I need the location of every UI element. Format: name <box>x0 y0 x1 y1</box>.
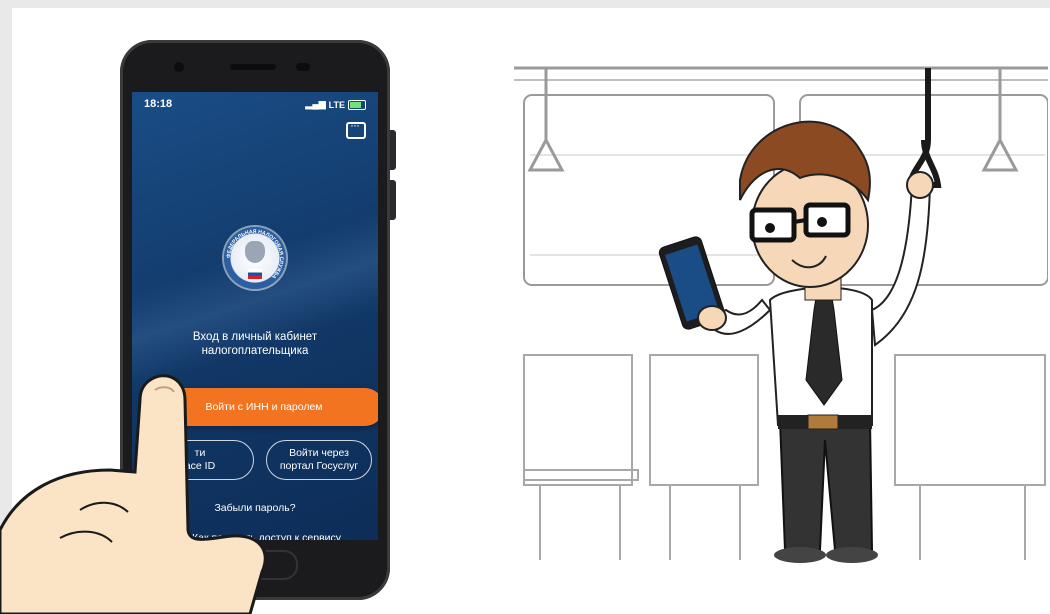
eagle-icon <box>245 241 265 263</box>
login-title: Вход в личный кабинет налогоплательщика <box>132 330 378 358</box>
strap-handle-icon <box>906 68 942 188</box>
title-line-1: Вход в личный кабинет <box>192 331 318 343</box>
phone-top-bezel <box>120 40 390 90</box>
chat-icon[interactable] <box>346 118 366 139</box>
fns-emblem-icon: ФЕДЕРАЛЬНАЯ НАЛОГОВАЯ СЛУЖБА <box>224 227 286 289</box>
flag-icon <box>248 269 262 279</box>
network-label: LTE <box>328 99 345 110</box>
pointing-hand-icon <box>0 374 267 614</box>
bus-scene-illustration <box>514 66 1048 563</box>
status-indicators: ▂▄▆ LTE <box>305 99 366 110</box>
speaker-grille <box>230 64 276 70</box>
title-line-2: налогоплательщика <box>201 345 309 357</box>
sensor-icon <box>296 63 310 71</box>
bus-window <box>523 94 775 286</box>
battery-icon <box>348 99 366 110</box>
status-time: 18:18 <box>144 98 173 110</box>
status-bar: 18:18 ▂▄▆ LTE <box>144 98 366 114</box>
power-button <box>390 180 396 220</box>
volume-button <box>390 130 396 170</box>
signal-icon: ▂▄▆ <box>305 99 326 109</box>
man-character <box>658 120 934 563</box>
camera-icon <box>174 62 184 72</box>
